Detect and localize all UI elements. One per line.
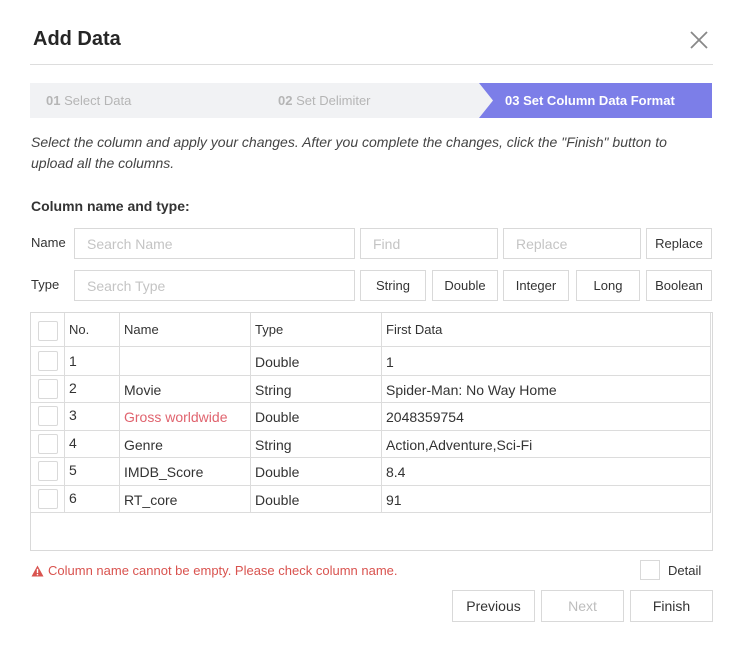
row-divider — [31, 485, 711, 486]
row-name[interactable]: IMDB_Score — [124, 464, 203, 480]
row-first-data: 2048359754 — [386, 409, 464, 425]
row-name[interactable]: Gross worldwide — [124, 409, 227, 425]
row-divider — [31, 346, 711, 347]
row-no: 1 — [69, 353, 77, 369]
name-label: Name — [31, 235, 66, 250]
header-divider — [30, 64, 713, 65]
search-name-input[interactable] — [74, 228, 355, 259]
row-divider — [31, 430, 711, 431]
step-select-data: 01 Select Data — [46, 93, 132, 108]
search-type-input[interactable] — [74, 270, 355, 301]
step-set-delimiter: 02 Set Delimiter — [278, 93, 371, 108]
row-checkbox[interactable] — [38, 379, 58, 399]
detail-checkbox[interactable] — [640, 560, 660, 580]
type-double-button[interactable]: Double — [432, 270, 498, 301]
col-divider — [710, 313, 711, 513]
row-no: 3 — [69, 407, 77, 423]
type-label: Type — [31, 277, 60, 292]
finish-button[interactable]: Finish — [630, 590, 713, 622]
warning-icon — [31, 565, 44, 576]
header-name: Name — [124, 322, 159, 337]
close-icon[interactable] — [688, 29, 710, 51]
type-boolean-button[interactable]: Boolean — [646, 270, 712, 301]
row-name[interactable]: RT_core — [124, 492, 177, 508]
instructions-text: Select the column and apply your changes… — [31, 134, 667, 171]
row-first-data: 91 — [386, 492, 402, 508]
col-divider — [250, 313, 251, 513]
row-type[interactable]: String — [255, 437, 292, 453]
replace-input[interactable] — [503, 228, 641, 259]
row-checkbox[interactable] — [38, 489, 58, 509]
error-text: Column name cannot be empty. Please chec… — [48, 563, 398, 578]
row-type[interactable]: Double — [255, 492, 299, 508]
previous-button[interactable]: Previous — [452, 590, 535, 622]
row-type[interactable]: Double — [255, 409, 299, 425]
row-name[interactable]: Genre — [124, 437, 163, 453]
header-type: Type — [255, 322, 284, 337]
col-divider — [64, 313, 65, 513]
step-indicator: 01 Select Data 02 Set Delimiter 03 Set C… — [30, 83, 712, 118]
row-no: 2 — [69, 380, 77, 396]
row-checkbox[interactable] — [38, 351, 58, 371]
type-string-button[interactable]: String — [360, 270, 426, 301]
col-divider — [381, 313, 382, 513]
row-checkbox[interactable] — [38, 461, 58, 481]
row-divider — [31, 512, 711, 513]
row-divider — [31, 402, 711, 403]
section-title: Column name and type: — [31, 198, 190, 214]
col-divider — [119, 313, 120, 513]
columns-table: No. Name Type First Data 1 Double 1 2 Mo… — [30, 312, 713, 551]
find-input[interactable] — [360, 228, 498, 259]
type-integer-button[interactable]: Integer — [503, 270, 569, 301]
row-no: 4 — [69, 435, 77, 451]
row-no: 6 — [69, 490, 77, 506]
header-first-data: First Data — [386, 322, 443, 337]
detail-label: Detail — [668, 563, 702, 578]
select-all-checkbox[interactable] — [38, 321, 58, 341]
dialog-title: Add Data — [33, 28, 121, 50]
step-set-column-format: 03 Set Column Data Format — [505, 93, 675, 108]
row-checkbox[interactable] — [38, 406, 58, 426]
row-type[interactable]: Double — [255, 464, 299, 480]
header-no: No. — [69, 322, 90, 337]
row-first-data: 1 — [386, 354, 394, 370]
row-type[interactable]: Double — [255, 354, 299, 370]
row-name[interactable]: Movie — [124, 382, 161, 398]
row-divider — [31, 457, 711, 458]
row-type[interactable]: String — [255, 382, 292, 398]
validation-error: Column name cannot be empty. Please chec… — [31, 563, 398, 578]
row-checkbox[interactable] — [38, 434, 58, 454]
row-first-data: 8.4 — [386, 464, 406, 480]
next-button[interactable]: Next — [541, 590, 624, 622]
type-long-button[interactable]: Long — [576, 270, 640, 301]
row-first-data: Spider-Man: No Way Home — [386, 382, 557, 398]
replace-button[interactable]: Replace — [646, 228, 712, 259]
row-no: 5 — [69, 462, 77, 478]
row-first-data: Action,Adventure,Sci-Fi — [386, 437, 533, 453]
row-divider — [31, 375, 711, 376]
